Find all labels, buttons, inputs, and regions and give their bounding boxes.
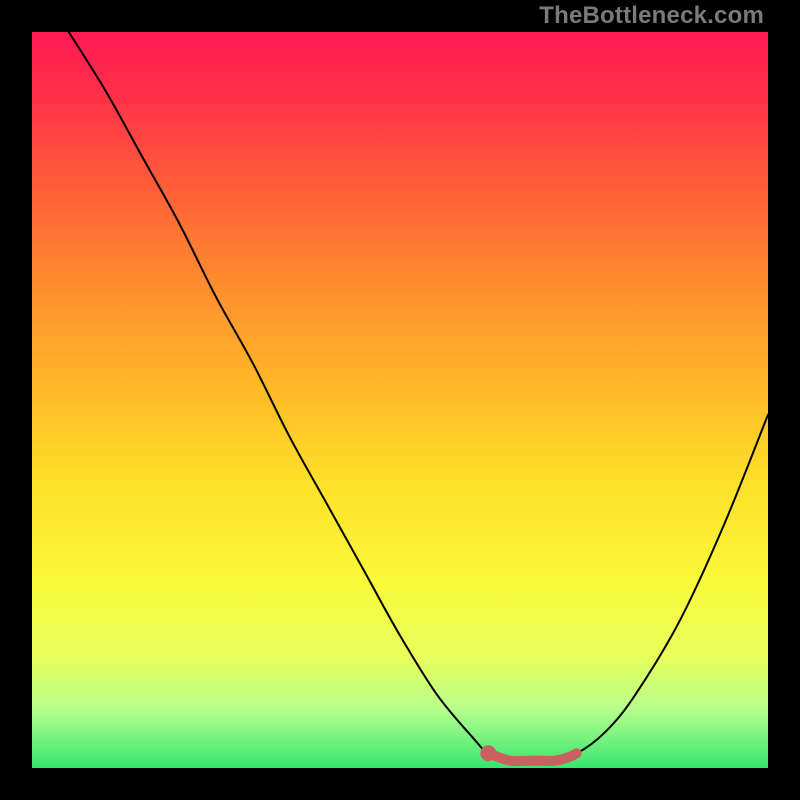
bottleneck-curve	[69, 32, 768, 762]
marker-dot	[480, 745, 496, 761]
attribution-text: TheBottleneck.com	[539, 2, 764, 30]
curve-svg	[32, 32, 768, 768]
chart-container: TheBottleneck.com	[0, 0, 800, 800]
plot-area	[32, 32, 768, 768]
optimal-range-highlight	[488, 753, 576, 761]
